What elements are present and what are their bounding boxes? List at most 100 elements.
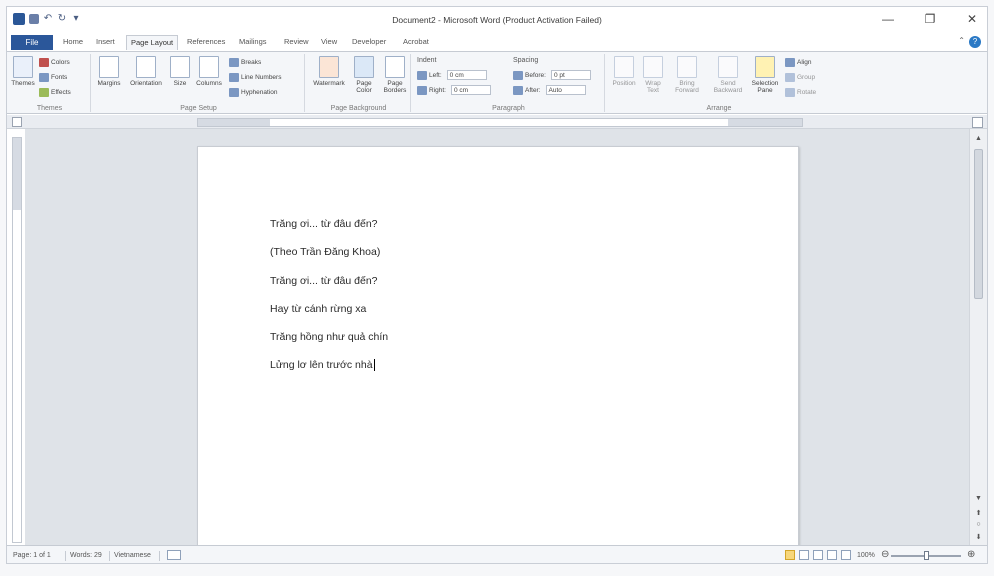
page-count[interactable]: Page: 1 of 1 — [13, 552, 51, 559]
selection-pane-button[interactable]: Selection Pane — [749, 56, 781, 94]
size-label: Size — [173, 80, 187, 87]
horizontal-ruler[interactable] — [197, 118, 803, 127]
themes-icon — [13, 56, 33, 78]
document-page[interactable]: Trăng ơi... từ đâu đến? (Theo Trần Đăng … — [197, 146, 799, 563]
hyphenation-label: Hyphenation — [241, 89, 278, 96]
fonts-icon — [39, 73, 49, 82]
vertical-scrollbar[interactable]: ▲ ▼ ⬆ ○ ⬇ — [969, 129, 987, 545]
tab-mailings[interactable]: Mailings — [239, 37, 267, 46]
page-background-group-label: Page Background — [330, 105, 387, 112]
indent-heading: Indent — [417, 57, 437, 64]
margins-icon — [99, 56, 119, 78]
wrap-text-button[interactable]: Wrap Text — [641, 56, 665, 94]
zoom-slider-thumb[interactable] — [924, 551, 929, 560]
tab-insert[interactable]: Insert — [96, 37, 115, 46]
align-button[interactable]: Align — [785, 58, 811, 67]
zoom-out-icon[interactable]: ⊖ — [881, 549, 889, 560]
zoom-in-icon[interactable]: ⊕ — [967, 549, 975, 560]
watermark-button[interactable]: Watermark — [311, 56, 347, 87]
tab-developer[interactable]: Developer — [352, 37, 386, 46]
close-button[interactable]: ✕ — [965, 12, 979, 26]
scroll-down-icon[interactable]: ▼ — [974, 495, 983, 502]
colors-button[interactable]: Colors — [39, 58, 70, 67]
tab-acrobat[interactable]: Acrobat — [403, 37, 429, 46]
document-line[interactable]: Lửng lơ lên trước nhà — [270, 359, 373, 371]
ruler-right-margin — [728, 119, 802, 126]
previous-page-icon[interactable]: ⬆ — [974, 509, 983, 517]
status-divider — [159, 551, 160, 561]
tab-view[interactable]: View — [321, 37, 337, 46]
vruler-top-margin — [13, 138, 21, 210]
position-button[interactable]: Position — [609, 56, 639, 87]
vertical-ruler[interactable] — [12, 137, 22, 543]
outline-view-icon[interactable] — [827, 550, 837, 560]
spacing-after-icon — [513, 85, 523, 95]
columns-button[interactable]: Columns — [195, 56, 223, 87]
word-count[interactable]: Words: 29 — [70, 552, 102, 559]
size-button[interactable]: Size — [169, 56, 191, 87]
rotate-button[interactable]: Rotate — [785, 88, 816, 97]
tab-review[interactable]: Review — [284, 37, 309, 46]
title-bar: ↶ ↻ ▾ Document2 - Microsoft Word (Produc… — [7, 7, 987, 35]
restore-button[interactable]: ❐ — [923, 12, 937, 26]
group-button[interactable]: Group — [785, 73, 815, 82]
send-backward-button[interactable]: Send Backward — [709, 56, 747, 94]
document-line[interactable]: Hay từ cánh rừng xa — [270, 303, 366, 315]
help-icon[interactable]: ? — [969, 36, 981, 48]
document-line[interactable]: Trăng ơi... từ đâu đến? — [270, 218, 378, 230]
effects-button[interactable]: Effects — [39, 88, 71, 97]
spacing-before-input[interactable]: 0 pt — [550, 70, 591, 80]
indent-left-input[interactable]: 0 cm — [446, 70, 487, 80]
indent-left-label: Left: — [429, 71, 442, 79]
language-indicator[interactable]: Vietnamese — [114, 552, 151, 559]
breaks-button[interactable]: Breaks — [229, 58, 261, 67]
document-line[interactable]: (Theo Trần Đăng Khoa) — [270, 246, 380, 258]
tab-page-layout[interactable]: Page Layout — [126, 35, 179, 50]
file-tab[interactable]: File — [11, 35, 53, 50]
arrange-group-label: Arrange — [706, 105, 732, 112]
orientation-button[interactable]: Orientation — [127, 56, 165, 87]
spacing-before-icon — [513, 70, 523, 80]
indent-right-input[interactable]: 0 cm — [450, 85, 491, 95]
margins-label: Margins — [97, 80, 121, 87]
page-setup-group-label: Page Setup — [180, 105, 217, 112]
view-ruler-icon[interactable] — [972, 117, 983, 128]
page-background-group: Watermark Page Color Page Borders Page B… — [307, 54, 411, 112]
margins-button[interactable]: Margins — [97, 56, 121, 87]
print-layout-view-icon[interactable] — [785, 550, 795, 560]
orientation-label: Orientation — [130, 80, 162, 87]
wrap-text-label: Wrap Text — [645, 80, 661, 94]
hyphenation-button[interactable]: Hyphenation — [229, 88, 278, 97]
effects-label: Effects — [51, 89, 71, 96]
draft-view-icon[interactable] — [841, 550, 851, 560]
align-icon — [785, 58, 795, 67]
scroll-up-icon[interactable]: ▲ — [974, 135, 983, 142]
themes-button[interactable]: Themes — [11, 56, 35, 87]
document-last-line[interactable]: Lửng lơ lên trước nhà — [270, 359, 375, 372]
web-layout-view-icon[interactable] — [813, 550, 823, 560]
full-screen-view-icon[interactable] — [799, 550, 809, 560]
document-line[interactable]: Trăng ơi... từ đâu đến? — [270, 275, 378, 287]
fonts-button[interactable]: Fonts — [39, 73, 67, 82]
tab-home[interactable]: Home — [63, 37, 83, 46]
browse-object-icon[interactable]: ○ — [974, 521, 983, 528]
document-line[interactable]: Trăng hồng như quả chín — [270, 331, 388, 343]
next-page-icon[interactable]: ⬇ — [974, 533, 983, 541]
tab-selector-icon[interactable] — [12, 117, 22, 127]
page-color-button[interactable]: Page Color — [351, 56, 377, 94]
arrange-group: Position Wrap Text Bring Forward Send Ba… — [607, 54, 831, 112]
line-numbers-button[interactable]: Line Numbers — [229, 73, 281, 82]
tab-references[interactable]: References — [187, 37, 225, 46]
minimize-button[interactable]: — — [881, 12, 895, 26]
proofing-icon[interactable] — [167, 550, 181, 560]
watermark-label: Watermark — [313, 80, 345, 87]
text-cursor — [373, 359, 375, 372]
page-borders-button[interactable]: Page Borders — [381, 56, 409, 94]
zoom-level[interactable]: 100% — [857, 552, 875, 559]
minimize-ribbon-icon[interactable]: ⌃ — [958, 36, 965, 45]
bring-forward-button[interactable]: Bring Forward — [669, 56, 705, 94]
line-numbers-label: Line Numbers — [241, 74, 282, 81]
scroll-thumb[interactable] — [974, 149, 983, 299]
spacing-after-input[interactable]: Auto — [545, 85, 586, 95]
send-backward-label: Send Backward — [713, 80, 743, 94]
